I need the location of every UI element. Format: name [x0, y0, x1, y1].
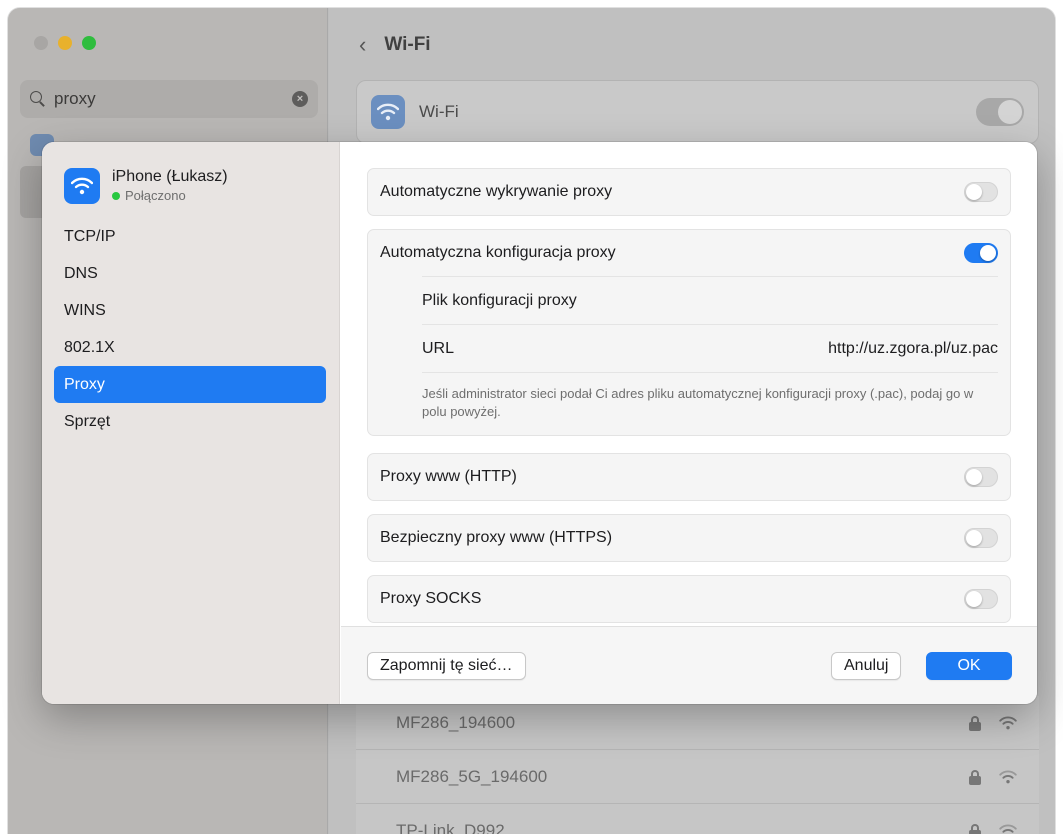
- nav-item-proxy[interactable]: Proxy: [54, 366, 326, 403]
- wifi-signal-icon: [999, 716, 1017, 729]
- auto-config-card: Automatyczna konfiguracja proxy Plik kon…: [367, 229, 1011, 436]
- config-file-label: Plik konfiguracji proxy: [422, 291, 577, 309]
- url-row[interactable]: URL http://uz.zgora.pl/uz.pac: [422, 324, 998, 372]
- minimize-window-button[interactable]: [58, 36, 72, 50]
- network-row[interactable]: MF286_5G_194600: [356, 750, 1039, 804]
- http-proxy-label: Proxy www (HTTP): [380, 468, 517, 485]
- nav-item-tcpip[interactable]: TCP/IP: [54, 218, 326, 255]
- auto-config-row: Automatyczna konfiguracja proxy: [368, 230, 1010, 276]
- network-header: iPhone (Łukasz) Połączono: [64, 166, 228, 204]
- lock-icon: [969, 823, 981, 834]
- wifi-toggle[interactable]: [976, 98, 1024, 126]
- network-name: MF286_194600: [396, 712, 516, 732]
- nav-item-8021x[interactable]: 802.1X: [54, 329, 326, 366]
- auto-config-toggle[interactable]: [964, 243, 998, 263]
- nav-item-wins[interactable]: WINS: [54, 292, 326, 329]
- network-name: TP-Link_D992: [396, 820, 505, 834]
- wifi-signal-icon: [999, 824, 1017, 834]
- zoom-window-button[interactable]: [82, 36, 96, 50]
- http-proxy-toggle[interactable]: [964, 467, 998, 487]
- auto-detect-toggle[interactable]: [964, 182, 998, 202]
- sheet-sidebar: iPhone (Łukasz) Połączono TCP/IP DNS WIN…: [42, 142, 340, 704]
- wifi-icon: [371, 95, 405, 129]
- config-file-row: Plik konfiguracji proxy: [422, 276, 998, 324]
- wifi-row-label: Wi-Fi: [419, 102, 459, 121]
- socks-proxy-toggle[interactable]: [964, 589, 998, 609]
- lock-icon: [969, 769, 981, 785]
- network-details-sheet: iPhone (Łukasz) Połączono TCP/IP DNS WIN…: [42, 142, 1037, 704]
- auto-detect-card: Automatyczne wykrywanie proxy: [367, 168, 1011, 216]
- connection-status-label: Połączono: [125, 188, 186, 203]
- proxy-settings-pane: Automatyczne wykrywanie proxy Automatycz…: [341, 142, 1037, 626]
- network-row[interactable]: MF286_194600: [356, 696, 1039, 750]
- pac-help-text: Jeśli administrator sieci podał Ci adres…: [422, 372, 998, 435]
- nav-item-dns[interactable]: DNS: [54, 255, 326, 292]
- wifi-signal-icon: [999, 770, 1017, 783]
- page-title: Wi-Fi: [384, 34, 431, 55]
- network-list: MF286_194600 MF286_5G_194600 TP-Link_D99…: [356, 696, 1039, 834]
- sheet-footer: Zapomnij tę sieć… Anuluj OK: [341, 626, 1037, 704]
- connection-status: Połączono: [112, 188, 228, 203]
- http-proxy-card: Proxy www (HTTP): [367, 453, 1011, 501]
- wifi-icon: [64, 168, 100, 204]
- main-header: ‹ Wi-Fi: [359, 32, 431, 58]
- sheet-nav: TCP/IP DNS WINS 802.1X Proxy Sprzęt: [54, 218, 326, 440]
- window-controls: [34, 36, 96, 50]
- https-proxy-toggle[interactable]: [964, 528, 998, 548]
- cancel-button[interactable]: Anuluj: [831, 652, 902, 680]
- status-dot-icon: [112, 191, 120, 200]
- socks-proxy-card: Proxy SOCKS: [367, 575, 1011, 623]
- url-field[interactable]: http://uz.zgora.pl/uz.pac: [828, 340, 998, 358]
- close-window-button[interactable]: [34, 36, 48, 50]
- chevron-left-icon[interactable]: ‹: [359, 32, 366, 58]
- clear-search-icon[interactable]: ×: [292, 91, 308, 107]
- search-input[interactable]: [54, 89, 292, 109]
- https-proxy-row: Bezpieczny proxy www (HTTPS): [368, 515, 1010, 561]
- search-icon: [30, 91, 46, 107]
- network-header-text: iPhone (Łukasz) Połączono: [112, 166, 228, 203]
- ok-button[interactable]: OK: [926, 652, 1012, 680]
- https-proxy-label: Bezpieczny proxy www (HTTPS): [380, 529, 613, 546]
- auto-config-label: Automatyczna konfiguracja proxy: [380, 244, 616, 261]
- network-row[interactable]: TP-Link_D992: [356, 804, 1039, 834]
- network-name: iPhone (Łukasz): [112, 168, 228, 185]
- https-proxy-card: Bezpieczny proxy www (HTTPS): [367, 514, 1011, 562]
- wifi-toggle-row: Wi-Fi: [356, 80, 1039, 144]
- auto-detect-label: Automatyczne wykrywanie proxy: [380, 183, 613, 200]
- auto-detect-row: Automatyczne wykrywanie proxy: [368, 169, 1010, 215]
- sidebar-search[interactable]: ×: [20, 80, 318, 118]
- network-name: MF286_5G_194600: [396, 766, 548, 786]
- socks-proxy-label: Proxy SOCKS: [380, 590, 482, 607]
- url-label: URL: [422, 339, 455, 357]
- lock-icon: [969, 715, 981, 731]
- socks-proxy-row: Proxy SOCKS: [368, 576, 1010, 622]
- http-proxy-row: Proxy www (HTTP): [368, 454, 1010, 500]
- forget-network-button[interactable]: Zapomnij tę sieć…: [367, 652, 526, 680]
- nav-item-hardware[interactable]: Sprzęt: [54, 403, 326, 440]
